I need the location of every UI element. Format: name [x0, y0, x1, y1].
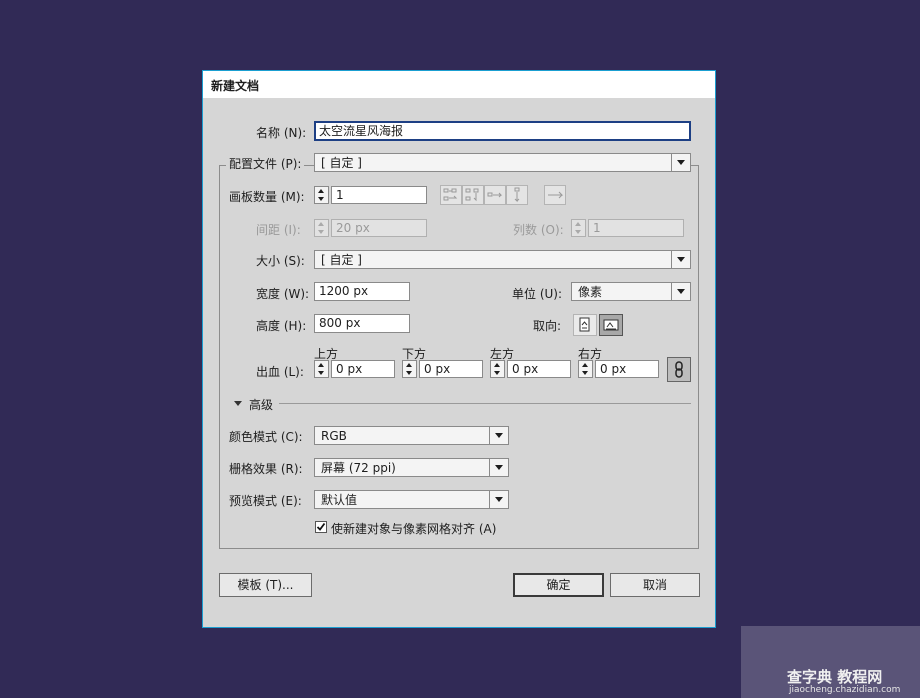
- bleed-right-input[interactable]: 0 px: [595, 360, 659, 378]
- arrange-by-column-icon[interactable]: [506, 185, 528, 205]
- bleed-left-input[interactable]: 0 px: [507, 360, 571, 378]
- raster-select[interactable]: 屏幕 (72 ppi): [314, 458, 509, 477]
- height-label: 高度 (H):: [256, 319, 307, 333]
- units-value: 像素: [578, 285, 603, 299]
- size-select[interactable]: [ 自定 ]: [314, 250, 691, 269]
- watermark-url: jiaocheng.chazidian.com: [789, 685, 901, 695]
- watermark: 查字典 教程网 jiaocheng.chazidian.com: [741, 626, 920, 698]
- color-mode-select[interactable]: RGB: [314, 426, 509, 445]
- spacing-label: 间距 (I):: [256, 223, 301, 237]
- preview-label: 预览模式 (E):: [229, 494, 302, 508]
- width-label: 宽度 (W):: [256, 287, 310, 301]
- cancel-button[interactable]: 取消: [610, 573, 700, 597]
- bleed-left-stepper[interactable]: [490, 360, 505, 378]
- preview-value: 默认值: [321, 493, 358, 507]
- bleed-top-input[interactable]: 0 px: [331, 360, 395, 378]
- profile-value: [ 自定 ]: [321, 156, 362, 170]
- artboards-stepper[interactable]: [314, 186, 329, 204]
- disclosure-triangle-icon[interactable]: [234, 401, 242, 406]
- artboards-label: 画板数量 (M):: [229, 190, 305, 204]
- chevron-down-icon: [489, 459, 508, 476]
- orientation-label: 取向:: [533, 319, 562, 333]
- right-to-left-icon[interactable]: [544, 185, 566, 205]
- size-label: 大小 (S):: [256, 254, 305, 268]
- advanced-label[interactable]: 高级: [249, 396, 273, 413]
- raster-label: 栅格效果 (R):: [229, 462, 303, 476]
- dialog-title: 新建文档: [211, 79, 260, 93]
- chevron-down-icon: [671, 251, 690, 268]
- columns-label: 列数 (O):: [513, 223, 564, 237]
- spacing-stepper[interactable]: [314, 219, 329, 237]
- name-input[interactable]: 太空流星风海报: [314, 121, 691, 141]
- ok-button[interactable]: 确定: [513, 573, 604, 597]
- new-document-dialog: 新建文档 名称 (N): 太空流星风海报 配置文件 (P): [ 自定 ] 画板…: [202, 70, 716, 628]
- name-label: 名称 (N):: [256, 126, 307, 140]
- bleed-bottom-input[interactable]: 0 px: [419, 360, 483, 378]
- link-bleed-icon[interactable]: [667, 357, 691, 382]
- columns-input[interactable]: 1: [588, 219, 684, 237]
- spacing-input[interactable]: 20 px: [331, 219, 427, 237]
- units-select[interactable]: 像素: [571, 282, 691, 301]
- dialog-titlebar[interactable]: 新建文档: [203, 71, 715, 98]
- profile-label: 配置文件 (P):: [226, 155, 305, 172]
- height-input[interactable]: 800 px: [314, 314, 410, 333]
- grid-by-row-icon[interactable]: [440, 185, 462, 205]
- width-input[interactable]: 1200 px: [314, 282, 410, 301]
- chevron-down-icon: [671, 283, 690, 300]
- advanced-divider: [279, 403, 691, 404]
- chevron-down-icon: [489, 491, 508, 508]
- templates-button[interactable]: 模板 (T)...: [219, 573, 312, 597]
- columns-stepper[interactable]: [571, 219, 586, 237]
- chevron-down-icon: [671, 154, 690, 171]
- size-value: [ 自定 ]: [321, 253, 362, 267]
- bleed-bottom-stepper[interactable]: [402, 360, 417, 378]
- watermark-text: 查字典 教程网: [787, 668, 883, 686]
- color-mode-label: 颜色模式 (C):: [229, 430, 303, 444]
- grid-by-column-icon[interactable]: [462, 185, 484, 205]
- portrait-icon[interactable]: [573, 314, 597, 336]
- checkbox-checked-icon[interactable]: [315, 521, 327, 533]
- artboards-input[interactable]: 1: [331, 186, 427, 204]
- bleed-label: 出血 (L):: [256, 365, 304, 379]
- preview-select[interactable]: 默认值: [314, 490, 509, 509]
- color-mode-value: RGB: [321, 429, 347, 443]
- align-pixel-grid-label[interactable]: 使新建对象与像素网格对齐 (A): [331, 520, 496, 537]
- bleed-right-stepper[interactable]: [578, 360, 593, 378]
- arrange-by-row-icon[interactable]: [484, 185, 506, 205]
- chevron-down-icon: [489, 427, 508, 444]
- profile-select[interactable]: [ 自定 ]: [314, 153, 691, 172]
- landscape-icon[interactable]: [599, 314, 623, 336]
- units-label: 单位 (U):: [512, 287, 563, 301]
- raster-value: 屏幕 (72 ppi): [321, 461, 396, 475]
- bleed-top-stepper[interactable]: [314, 360, 329, 378]
